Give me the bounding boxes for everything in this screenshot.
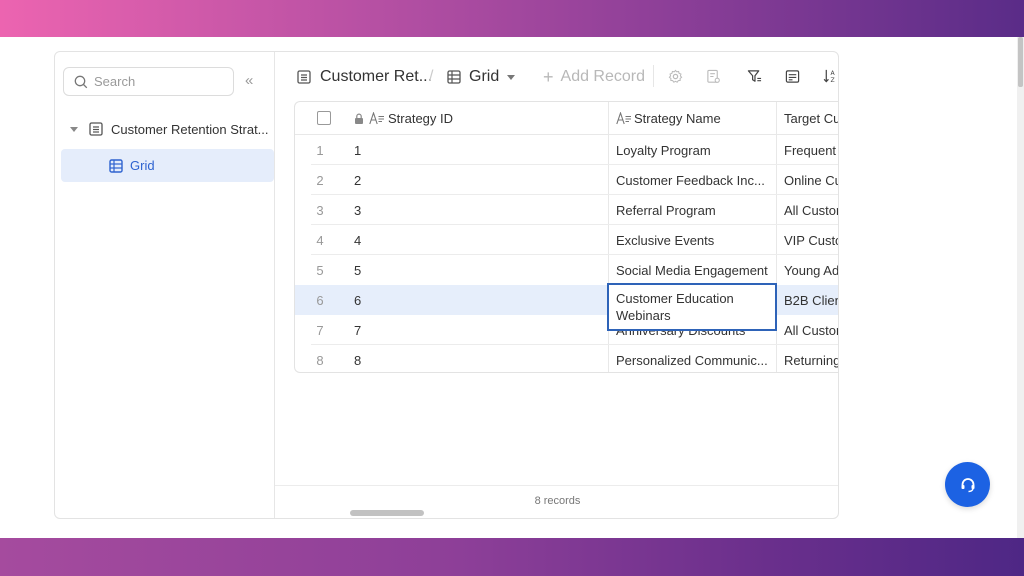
filter-icon[interactable] (746, 68, 762, 84)
cell-target-customers[interactable]: B2B Clien (776, 285, 838, 315)
cell-target-customers[interactable]: All Custor (776, 315, 838, 345)
sort-icon[interactable]: AZ (822, 68, 838, 84)
select-all-checkbox[interactable] (317, 111, 331, 125)
sidebar: « Customer Retention Strat... Grid (55, 52, 275, 518)
row-number: 6 (316, 292, 324, 308)
row-number: 4 (316, 232, 324, 248)
column-header-label: Target Cus (784, 110, 838, 126)
sidebar-table-label: Customer Retention Strat... (111, 121, 269, 137)
breadcrumb-separator: / (429, 68, 434, 85)
list-icon[interactable] (784, 68, 800, 84)
svg-text:Z: Z (830, 77, 834, 84)
cell-strategy-id[interactable]: 6 (354, 293, 361, 308)
toolbar-divider (653, 65, 654, 87)
table-row[interactable]: 5 5 Social Media Engagement Young Ad (295, 255, 838, 285)
row-number: 5 (316, 262, 324, 278)
column-header-label: Strategy ID (388, 110, 454, 126)
grid-view-icon (109, 158, 123, 173)
cell-strategy-name[interactable]: Social Media Engagement (608, 255, 776, 285)
row-number: 1 (316, 142, 324, 158)
grid-footer: 8 records (275, 485, 838, 518)
table-row[interactable]: 4 4 Exclusive Events VIP Custo (295, 225, 838, 255)
table-row[interactable]: 1 1 Loyalty Program Frequent (295, 135, 838, 165)
cell-target-customers[interactable]: Online Cu (776, 165, 838, 195)
plus-icon: + (543, 67, 554, 87)
column-header-label: Strategy Name (634, 110, 721, 126)
toolbar-table-title[interactable]: Customer Ret... (297, 68, 432, 86)
table-row[interactable]: 2 2 Customer Feedback Inc... Online Cu (295, 165, 838, 195)
cell-target-customers[interactable]: VIP Custo (776, 225, 838, 255)
text-field-icon (369, 111, 384, 124)
cell-strategy-id[interactable]: 2 (354, 173, 361, 188)
cell-strategy-name[interactable]: Loyalty Program (608, 135, 776, 165)
cell-target-customers[interactable]: Returning (776, 345, 838, 372)
search-box[interactable] (63, 67, 234, 96)
table-row[interactable]: 3 3 Referral Program All Custor (295, 195, 838, 225)
cell-strategy-name[interactable]: Referral Program (608, 195, 776, 225)
lock-icon (355, 113, 363, 124)
view-switcher[interactable]: Grid (447, 68, 516, 86)
sidebar-table-item[interactable]: Customer Retention Strat... (63, 115, 275, 143)
row-number: 8 (316, 352, 324, 368)
page-scrollbar-thumb[interactable] (1018, 37, 1023, 87)
column-header-strategy-id[interactable]: Strategy ID (354, 111, 453, 126)
sidebar-view-label: Grid (130, 158, 155, 173)
sidebar-view-grid[interactable]: Grid (61, 149, 274, 182)
table-icon (297, 70, 311, 84)
table-icon (89, 122, 103, 136)
cell-strategy-id[interactable]: 5 (354, 263, 361, 278)
cell-strategy-id[interactable]: 8 (354, 353, 361, 368)
collapse-sidebar-button[interactable]: « (245, 73, 253, 89)
view-switcher-label: Grid (469, 68, 500, 85)
cell-strategy-id[interactable]: 7 (354, 323, 361, 338)
column-header-target-customers[interactable]: Target Cus (776, 102, 838, 134)
dropdown-caret-icon (507, 74, 516, 80)
cell-target-customers[interactable]: Frequent (776, 135, 838, 165)
support-button[interactable] (945, 462, 990, 507)
headset-icon (961, 477, 974, 492)
row-number: 2 (316, 172, 324, 188)
text-field-icon (616, 111, 631, 124)
svg-text:A: A (830, 70, 835, 77)
top-gradient-band (0, 0, 1024, 37)
app-window: « Customer Retention Strat... Grid Custo… (54, 51, 839, 519)
cell-strategy-id[interactable]: 4 (354, 233, 361, 248)
form-settings-icon[interactable] (705, 68, 721, 84)
add-record-label: Add Record (560, 68, 646, 85)
table-row[interactable]: 8 8 Personalized Communic... Returning (295, 345, 838, 372)
main-panel: Customer Ret... / Grid + Add Record AZ S… (275, 52, 838, 518)
add-record-button[interactable]: + Add Record (543, 68, 645, 86)
cell-strategy-id[interactable]: 1 (354, 143, 361, 158)
cell-strategy-name[interactable]: Exclusive Events (608, 225, 776, 255)
toolbar-table-title-text: Customer Ret... (320, 68, 433, 85)
search-input[interactable] (94, 74, 214, 89)
settings-icon[interactable] (667, 68, 683, 84)
cell-strategy-name[interactable]: Personalized Communic... (608, 345, 776, 372)
caret-down-icon[interactable] (70, 126, 78, 132)
column-header-strategy-name[interactable]: Strategy Name (608, 102, 776, 134)
cell-strategy-name[interactable]: Customer Feedback Inc... (608, 165, 776, 195)
row-number: 3 (316, 202, 324, 218)
data-grid: Strategy ID Strategy Name Target Cus 1 1… (294, 101, 838, 373)
record-count: 8 records (534, 495, 581, 507)
cell-target-customers[interactable]: Young Ad (776, 255, 838, 285)
grid-header-row: Strategy ID Strategy Name Target Cus (295, 102, 838, 135)
page-scrollbar[interactable] (1017, 37, 1024, 538)
active-cell-editor[interactable]: Customer Education Webinars (607, 283, 777, 331)
bottom-gradient-band (0, 538, 1024, 576)
search-icon (74, 75, 88, 88)
cell-target-customers[interactable]: All Custor (776, 195, 838, 225)
grid-view-icon (447, 70, 461, 84)
cell-strategy-id[interactable]: 3 (354, 203, 361, 218)
row-number: 7 (316, 322, 324, 338)
